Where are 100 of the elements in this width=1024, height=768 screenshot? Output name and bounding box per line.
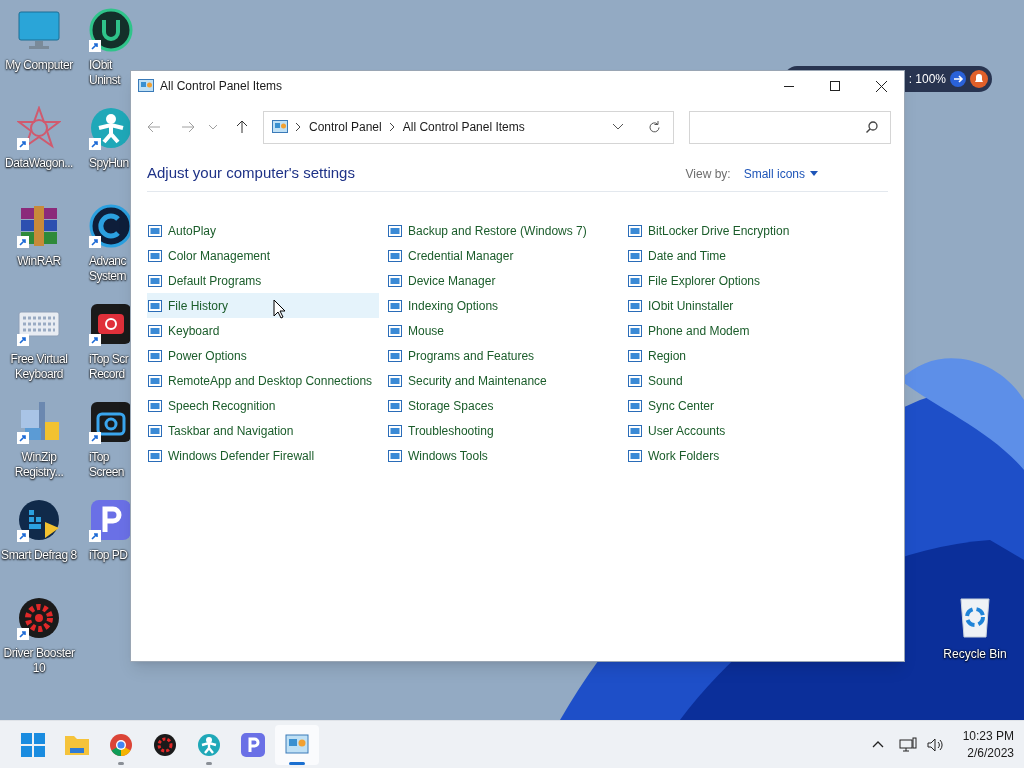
clock-button[interactable]: 10:23 PM 2/6/2023 <box>962 727 1014 762</box>
settings-item-icon <box>388 398 402 413</box>
settings-item-icon <box>148 323 162 338</box>
letter-p-icon[interactable] <box>241 732 265 757</box>
settings-link[interactable]: Troubleshooting <box>387 418 619 443</box>
chevron-right-icon <box>389 123 395 131</box>
settings-link[interactable]: Programs and Features <box>387 343 619 368</box>
running-indicator <box>206 761 212 765</box>
settings-item-icon <box>148 223 162 238</box>
settings-item-icon <box>388 348 402 363</box>
breadcrumb-item[interactable]: Control Panel <box>309 118 382 136</box>
settings-item-icon <box>148 348 162 363</box>
search-icon <box>866 121 878 133</box>
maximize-icon <box>830 81 840 91</box>
settings-link[interactable]: Speech Recognition <box>147 393 379 418</box>
person-icon[interactable] <box>197 732 221 757</box>
settings-link[interactable]: Sound <box>627 368 859 393</box>
settings-link[interactable]: Power Options <box>147 343 379 368</box>
settings-link[interactable]: Indexing Options <box>387 293 619 318</box>
shortcut-arrow-icon <box>89 432 101 444</box>
camera-icon <box>89 400 133 444</box>
settings-item-icon <box>148 298 162 313</box>
settings-link[interactable]: RemoteApp and Desktop Connections <box>147 368 379 393</box>
address-bar[interactable]: Control Panel All Control Panel Items <box>263 110 674 144</box>
settings-link[interactable]: File History <box>147 293 379 318</box>
settings-item-icon <box>148 373 162 388</box>
settings-item-icon <box>628 398 642 413</box>
breadcrumb-item[interactable]: All Control Panel Items <box>402 118 525 136</box>
bell-icon <box>970 70 988 88</box>
volume-icon[interactable] <box>926 737 945 752</box>
widget-text: : 100% <box>908 71 946 88</box>
search-field[interactable] <box>689 110 891 144</box>
settings-link[interactable]: Security and Maintenance <box>387 368 619 393</box>
running-indicator <box>118 761 124 765</box>
chevron-down-icon[interactable] <box>613 124 623 130</box>
settings-item-icon <box>628 323 642 338</box>
settings-item-icon <box>388 323 402 338</box>
settings-link[interactable]: Storage Spaces <box>387 393 619 418</box>
letter-c-icon <box>89 204 133 248</box>
settings-item-icon <box>388 423 402 438</box>
settings-item-icon <box>388 248 402 263</box>
settings-link[interactable]: Credential Manager <box>387 243 619 268</box>
settings-link[interactable]: Backup and Restore (Windows 7) <box>387 218 619 243</box>
control-panel-icon[interactable] <box>285 733 309 756</box>
settings-link[interactable]: User Accounts <box>627 418 859 443</box>
refresh-icon[interactable] <box>648 120 661 134</box>
settings-item-icon <box>628 423 642 438</box>
settings-link[interactable]: Work Folders <box>627 443 859 468</box>
chevron-right-icon <box>296 123 301 131</box>
view-mode-dropdown[interactable]: Small icons <box>743 164 818 183</box>
shortcut-arrow-icon <box>89 40 101 52</box>
view-by-label: View by: <box>685 165 731 183</box>
settings-item-icon <box>628 373 642 388</box>
settings-link[interactable]: Date and Time <box>627 243 859 268</box>
settings-link[interactable]: Default Programs <box>147 268 379 293</box>
settings-link[interactable]: Sync Center <box>627 393 859 418</box>
settings-link[interactable]: Windows Tools <box>387 443 619 468</box>
settings-link[interactable]: Phone and Modem <box>627 318 859 343</box>
browser-icon[interactable] <box>109 732 133 757</box>
settings-link[interactable]: Keyboard <box>147 318 379 343</box>
settings-item-icon <box>148 448 162 463</box>
network-icon[interactable] <box>898 736 917 753</box>
caret-icon <box>810 171 818 176</box>
settings-item-icon <box>148 273 162 288</box>
settings-item-icon <box>628 223 642 238</box>
settings-item-icon <box>148 398 162 413</box>
running-indicator <box>289 761 305 765</box>
settings-item-icon <box>388 298 402 313</box>
settings-link[interactable]: IObit Uninstaller <box>627 293 859 318</box>
star-pattern-icon <box>17 106 61 150</box>
back-arrow-icon <box>147 121 161 133</box>
close-icon <box>875 80 887 92</box>
settings-link[interactable]: AutoPlay <box>147 218 379 243</box>
control-panel-icon <box>272 120 288 134</box>
settings-link[interactable]: Windows Defender Firewall <box>147 443 379 468</box>
settings-item-icon <box>628 348 642 363</box>
settings-link[interactable]: BitLocker Drive Encryption <box>627 218 859 243</box>
windows-logo-icon[interactable] <box>21 732 45 757</box>
settings-link[interactable]: Mouse <box>387 318 619 343</box>
chevron-up-icon[interactable] <box>871 741 884 748</box>
settings-link[interactable]: Device Manager <box>387 268 619 293</box>
settings-item-icon <box>388 448 402 463</box>
mouse-pointer-icon <box>273 299 286 319</box>
page-heading: Adjust your computer's settings <box>147 163 355 184</box>
settings-item-icon <box>628 248 642 263</box>
desktop-icon-label[interactable]: Recycle Bin <box>943 645 1007 663</box>
settings-link[interactable]: File Explorer Options <box>627 268 859 293</box>
settings-link[interactable]: Taskbar and Navigation <box>147 418 379 443</box>
settings-item-icon <box>388 223 402 238</box>
gear-icon <box>17 596 61 640</box>
settings-link[interactable]: Color Management <box>147 243 379 268</box>
settings-item-icon <box>148 248 162 263</box>
settings-link[interactable]: Region <box>627 343 859 368</box>
shortcut-arrow-icon <box>89 236 101 248</box>
shortcut-arrow-icon <box>89 530 101 542</box>
settings-item-icon <box>628 298 642 313</box>
gear-icon[interactable] <box>153 732 177 757</box>
settings-item-icon <box>148 423 162 438</box>
settings-item-icon <box>628 273 642 288</box>
control-panel-icon <box>138 79 154 93</box>
